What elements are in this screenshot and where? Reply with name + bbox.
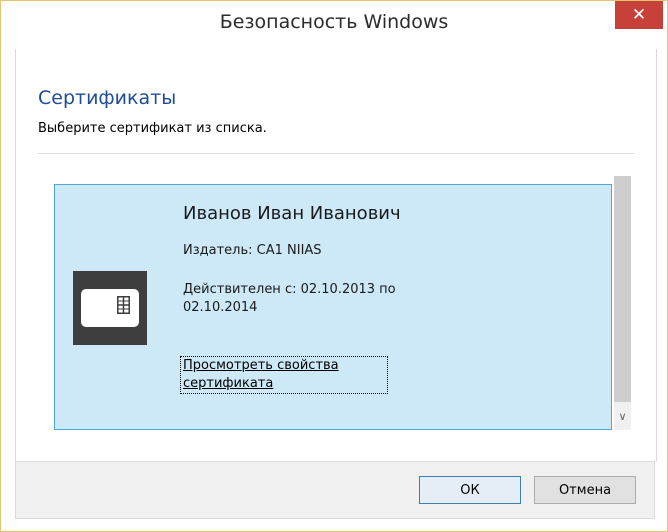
ok-button[interactable]: ОК <box>419 476 521 504</box>
scroll-down-button[interactable]: ∨ <box>614 404 631 428</box>
smart-card-icon <box>73 271 147 345</box>
certificate-list-scrollbar[interactable]: ∨ <box>614 176 631 430</box>
header-separator <box>38 153 634 154</box>
title-bar: Безопасность Windows ✕ <box>1 1 667 49</box>
section-instruction: Выберите сертификат из списка. <box>38 121 267 136</box>
chevron-down-icon: ∨ <box>618 409 627 423</box>
certificate-tile[interactable]: Иванов Иван Иванович Издатель: CA1 NIIAS… <box>54 184 612 430</box>
close-icon: ✕ <box>631 5 647 25</box>
card-shape <box>81 289 139 327</box>
dialog-content: Сертификаты Выберите сертификат из списк… <box>15 49 657 461</box>
certificate-name: Иванов Иван Иванович <box>183 203 401 224</box>
certificate-validity: Действителен с: 02.10.2013 по 02.10.2014 <box>183 282 396 315</box>
windows-security-dialog: Безопасность Windows ✕ Сертификаты Выбер… <box>0 0 668 532</box>
close-button[interactable]: ✕ <box>615 1 663 29</box>
scrollbar-thumb[interactable] <box>614 176 631 402</box>
cancel-button[interactable]: Отмена <box>534 476 636 504</box>
button-bar: ОК Отмена <box>15 461 655 519</box>
view-certificate-properties-link[interactable]: Просмотреть свойства сертификата <box>180 356 388 394</box>
window-title: Безопасность Windows <box>219 11 449 33</box>
chip-icon <box>117 296 130 314</box>
certificate-issuer: Издатель: CA1 NIIAS <box>183 243 322 258</box>
section-heading: Сертификаты <box>38 87 177 109</box>
